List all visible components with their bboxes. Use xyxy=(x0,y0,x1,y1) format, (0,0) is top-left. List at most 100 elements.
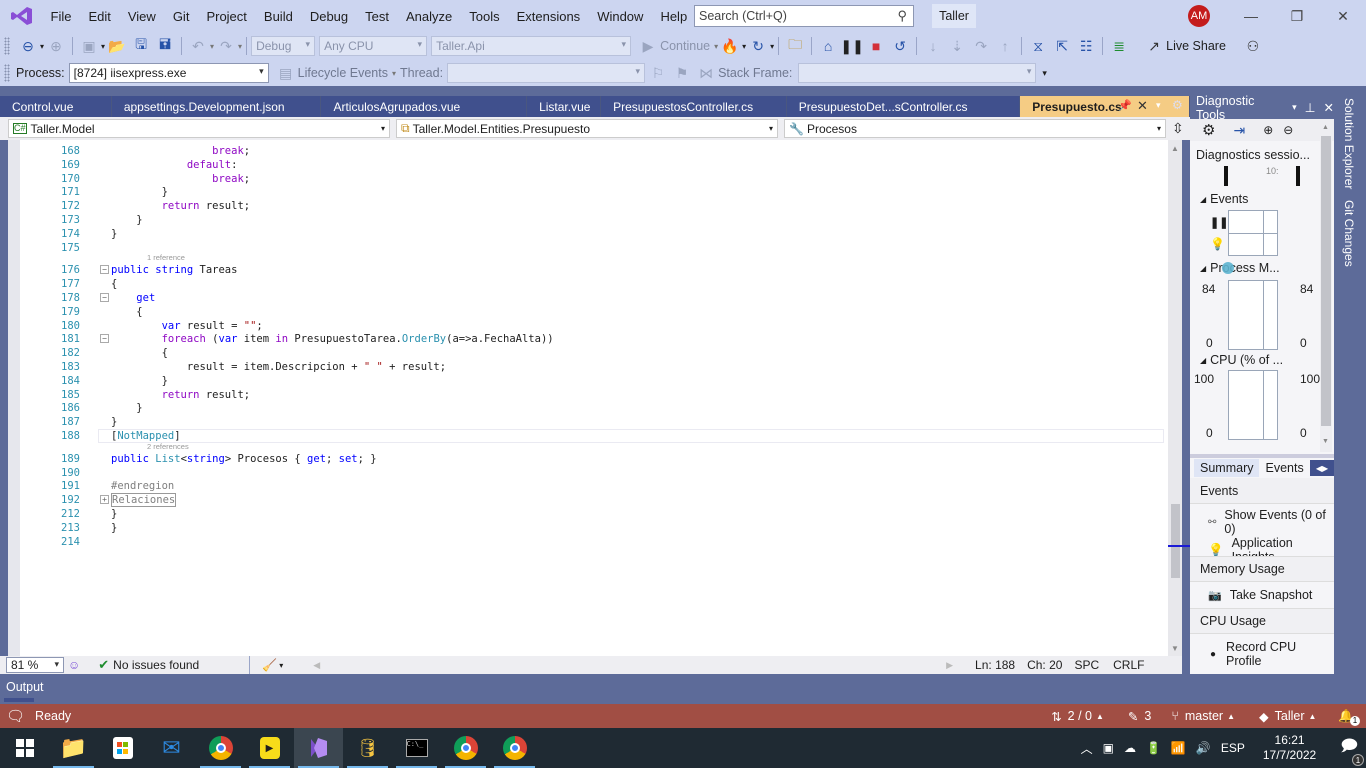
outline-icon[interactable]: ≣ xyxy=(1110,37,1128,55)
taskbar-db-tool[interactable]: 🛢 xyxy=(343,728,392,768)
solution-explorer-tab[interactable]: Solution Explorer xyxy=(1342,98,1356,190)
search-box[interactable]: Search (Ctrl+Q) ⚲ xyxy=(694,5,914,27)
step-out-icon[interactable]: ↑ xyxy=(996,37,1014,55)
toolbar-grip[interactable] xyxy=(4,37,10,55)
timeline-start-marker[interactable] xyxy=(1224,166,1228,186)
collapse-region-icon[interactable]: − xyxy=(100,293,109,302)
take-snapshot-item[interactable]: 📷 Take Snapshot xyxy=(1190,588,1334,602)
avatar[interactable]: AM xyxy=(1188,5,1210,27)
sync-status[interactable]: 2 / 0 xyxy=(1068,709,1092,723)
toolbar-overflow-icon[interactable]: ▾ xyxy=(1042,68,1047,79)
hex-display-icon[interactable]: ⧖ xyxy=(1029,37,1047,55)
menu-build[interactable]: Build xyxy=(255,9,301,24)
tab-presupuesto-cs[interactable]: Presupuesto.cs xyxy=(1020,96,1190,117)
battery-icon[interactable]: 🔋 xyxy=(1146,741,1161,755)
tab-scroll-arrows-icon[interactable]: ◀▶ xyxy=(1310,460,1334,476)
intellicode-icon[interactable]: ☺ xyxy=(68,658,80,672)
tab-list-dropdown-icon[interactable]: ▾ xyxy=(1156,100,1161,111)
menu-debug[interactable]: Debug xyxy=(301,9,356,24)
refresh-icon[interactable]: ↻ xyxy=(749,37,767,55)
menu-help[interactable]: Help xyxy=(652,9,696,24)
panel-menu-icon[interactable]: ▾ xyxy=(1292,102,1297,113)
feedback-icon[interactable]: ⚇ xyxy=(1244,37,1262,55)
settings-gear-icon[interactable]: ⚙ xyxy=(1202,121,1215,139)
line-number[interactable]: Ln: 188 xyxy=(975,658,1015,672)
close-button[interactable]: ✕ xyxy=(1320,4,1366,28)
flag-icon[interactable]: ⚐ xyxy=(649,64,667,82)
issues-status[interactable]: No issues found xyxy=(113,658,199,672)
input-language[interactable]: ESP xyxy=(1221,741,1245,755)
continue-button[interactable]: Continue xyxy=(660,39,710,53)
scroll-thumb[interactable] xyxy=(1171,504,1180,578)
stack-frame-dropdown[interactable]: ▾ xyxy=(798,63,1037,83)
thread-dropdown[interactable]: ▾ xyxy=(447,63,646,83)
new-project-icon[interactable]: ▣ xyxy=(80,37,98,55)
git-changes-tab[interactable]: Git Changes xyxy=(1342,200,1356,268)
tab-articulosagrupados-vue[interactable]: ArticulosAgrupados.vue xyxy=(321,96,528,117)
platform-dropdown[interactable]: Any CPU ▾ xyxy=(319,36,428,56)
live-share-button[interactable]: Live Share xyxy=(1166,39,1226,53)
browser-link-icon[interactable]: ⌂ xyxy=(819,37,837,55)
menu-edit[interactable]: Edit xyxy=(80,9,119,24)
pin-icon[interactable]: ⊥ xyxy=(1305,100,1316,115)
save-all-icon[interactable]: 🖬 xyxy=(156,36,174,55)
pending-changes[interactable]: 3 xyxy=(1144,709,1151,723)
hot-reload-icon[interactable]: 🔥 xyxy=(721,37,739,55)
scroll-up-icon[interactable]: ▲ xyxy=(1171,144,1179,153)
cpu-section-header[interactable]: ◢ CPU (% of ... xyxy=(1200,353,1283,367)
scroll-down-icon[interactable]: ▼ xyxy=(1171,644,1179,653)
taskbar-yellow-app[interactable]: ▶ xyxy=(245,728,294,768)
start-button[interactable] xyxy=(0,728,49,768)
menu-project[interactable]: Project xyxy=(198,9,255,24)
configuration-dropdown[interactable]: Debug ▾ xyxy=(251,36,316,56)
taskbar-chrome-3[interactable] xyxy=(490,728,539,768)
events-graph[interactable] xyxy=(1228,210,1278,256)
code-cleanup-icon[interactable]: 🧹 xyxy=(262,658,277,672)
select-tools-icon[interactable]: ⇥ xyxy=(1233,122,1245,139)
startup-project-dropdown[interactable]: Taller.Api ▾ xyxy=(431,36,632,56)
open-file-icon[interactable]: 📂 xyxy=(108,37,126,55)
tab-listar-vue[interactable]: Listar.vue xyxy=(527,96,602,117)
pause-icon[interactable]: ❚❚ xyxy=(840,37,863,55)
show-events-item[interactable]: ⚯ Show Events (0 of 0) xyxy=(1190,508,1334,536)
tab-summary[interactable]: Summary xyxy=(1194,459,1260,477)
stop-icon[interactable]: ■ xyxy=(867,37,885,55)
camera-tray-icon[interactable]: ▣ xyxy=(1103,741,1114,755)
column-number[interactable]: Ch: 20 xyxy=(1027,658,1062,672)
branch-name[interactable]: master xyxy=(1185,709,1223,723)
record-cpu-profile-item[interactable]: ● Record CPU Profile xyxy=(1190,640,1334,668)
cursor-icon[interactable]: ⇱ xyxy=(1053,37,1071,55)
step-over-icon[interactable]: ⇣ xyxy=(948,37,966,55)
notifications-bell-icon[interactable]: 🔔 1 xyxy=(1338,709,1360,726)
redo-icon[interactable]: ↷ xyxy=(217,37,235,55)
line-ending[interactable]: CRLF xyxy=(1113,658,1144,672)
output-tab[interactable]: Output xyxy=(6,680,44,694)
step-into-icon[interactable]: ↓ xyxy=(924,37,942,55)
flag-threads-icon[interactable]: ⚑ xyxy=(673,64,691,82)
live-share-icon[interactable]: ↗ xyxy=(1145,37,1163,55)
events-section-header[interactable]: ◢ Events xyxy=(1200,192,1248,206)
taskbar-file-explorer[interactable]: 📁 xyxy=(49,728,98,768)
tab-presupuestodet-scontroller-cs[interactable]: PresupuestoDet...sController.cs xyxy=(786,96,1021,117)
split-window-icon[interactable]: ⇳ xyxy=(1172,120,1184,137)
memory-graph[interactable] xyxy=(1228,280,1278,350)
undo-icon[interactable]: ↶ xyxy=(189,37,207,55)
menu-extensions[interactable]: Extensions xyxy=(508,9,589,24)
menu-analyze[interactable]: Analyze xyxy=(397,9,460,24)
onedrive-icon[interactable]: ☁ xyxy=(1124,741,1136,755)
taskbar-terminal[interactable]: C:\_ xyxy=(392,728,441,768)
tab-appsettings-development-json[interactable]: appsettings.Development.json xyxy=(111,96,322,117)
browse-icon[interactable]: 🗀 xyxy=(786,36,804,55)
taskbar-mail[interactable]: ✉ xyxy=(147,728,196,768)
menu-view[interactable]: View xyxy=(119,9,164,24)
collapse-region-icon[interactable]: − xyxy=(100,265,109,275)
tab-presupuestoscontroller-cs[interactable]: PresupuestosController.cs xyxy=(601,96,787,117)
taskbar-visual-studio[interactable] xyxy=(294,728,343,768)
process-memory-header[interactable]: ◢ Process M... xyxy=(1200,261,1280,275)
process-dropdown[interactable]: [8724] iisexpress.exe ▾ xyxy=(68,63,269,83)
action-center-icon[interactable]: 🗩 1 xyxy=(1340,735,1364,766)
threads-icon[interactable]: ☷ xyxy=(1077,37,1095,55)
taskbar-chrome-1[interactable] xyxy=(196,728,245,768)
navigate-back-icon[interactable]: ⊖ xyxy=(19,37,37,55)
codelens-references[interactable]: 1 reference xyxy=(147,253,185,262)
